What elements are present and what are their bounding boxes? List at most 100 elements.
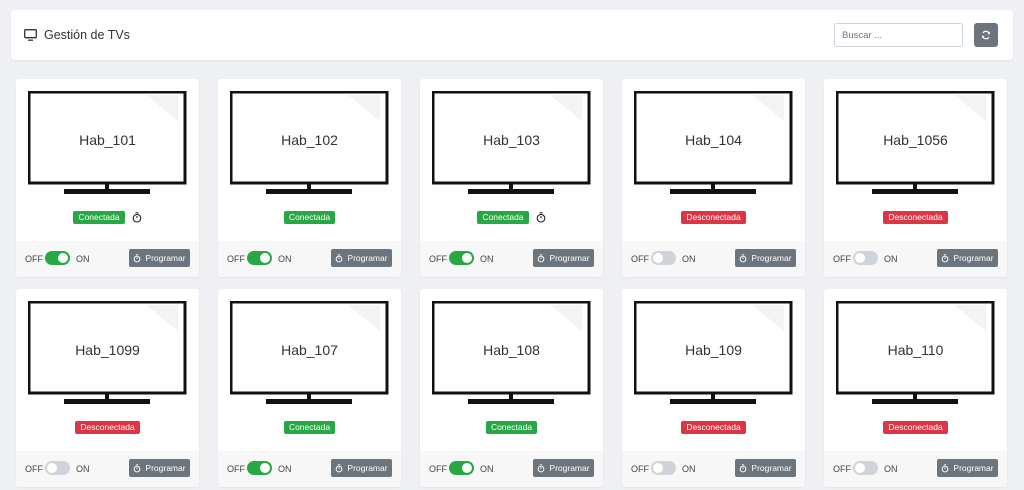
card-footer: OFF ON Programar <box>622 451 805 487</box>
tv-card: Hab_107 Conectada OFF ON Programar <box>218 289 401 487</box>
program-button[interactable]: Programar <box>533 249 594 267</box>
status-row: Conectada <box>16 210 199 224</box>
toggle-knob <box>260 463 270 473</box>
power-toggle[interactable] <box>247 251 272 265</box>
status-badge: Conectada <box>73 210 125 224</box>
card-footer: OFF ON Programar <box>420 451 603 487</box>
search-input[interactable] <box>834 23 963 47</box>
program-button[interactable]: Programar <box>129 459 190 477</box>
tv-card: Hab_108 Conectada OFF ON Programar <box>420 289 603 487</box>
toggle-knob <box>260 253 270 263</box>
tv-card: Hab_110 Desconectada OFF ON Programar <box>824 289 1007 487</box>
power-toggle[interactable] <box>853 461 878 475</box>
toggle-knob <box>855 253 865 263</box>
program-label: Programar <box>145 463 186 473</box>
card-footer: OFF ON Programar <box>16 241 199 277</box>
off-label: OFF <box>227 464 245 474</box>
toggle-knob <box>462 463 472 473</box>
status-row: Desconectada <box>16 420 199 434</box>
power-toggle[interactable] <box>449 251 474 265</box>
status-badge: Conectada <box>283 210 336 224</box>
status-row: Desconectada <box>824 420 1007 434</box>
status-row: Conectada <box>218 420 401 434</box>
card-footer: OFF ON Programar <box>420 241 603 277</box>
card-footer: OFF ON Programar <box>218 241 401 277</box>
program-label: Programar <box>549 253 590 263</box>
tv-card: Hab_1056 Desconectada OFF ON Programar <box>824 79 1007 277</box>
status-badge: Desconectada <box>883 420 948 434</box>
status-badge: Conectada <box>485 420 538 434</box>
program-label: Programar <box>751 463 792 473</box>
program-button[interactable]: Programar <box>331 249 392 267</box>
status-badge: Desconectada <box>75 420 140 434</box>
status-badge: Desconectada <box>681 420 746 434</box>
power-toggle[interactable] <box>651 251 676 265</box>
program-label: Programar <box>953 253 994 263</box>
status-row: Desconectada <box>622 420 805 434</box>
program-button[interactable]: Programar <box>735 249 796 267</box>
program-button[interactable]: Programar <box>937 249 998 267</box>
timer-icon <box>336 253 343 262</box>
program-button[interactable]: Programar <box>533 459 594 477</box>
timer-icon <box>132 211 141 223</box>
timer-icon <box>134 463 141 472</box>
off-label: OFF <box>833 254 851 264</box>
power-toggle[interactable] <box>45 461 70 475</box>
program-label: Programar <box>145 253 186 263</box>
room-name: Hab_101 <box>79 132 136 148</box>
power-toggle[interactable] <box>449 461 474 475</box>
tv-card: Hab_101 Conectada OFF ON Programar <box>16 79 199 277</box>
toggle-knob <box>855 463 865 473</box>
toggle-knob <box>653 253 663 263</box>
timer-icon <box>740 253 747 262</box>
timer-icon <box>538 253 545 262</box>
program-label: Programar <box>347 253 388 263</box>
status-row: Desconectada <box>622 210 805 224</box>
on-label: ON <box>884 254 898 264</box>
on-label: ON <box>682 254 696 264</box>
power-toggle[interactable] <box>651 461 676 475</box>
on-label: ON <box>884 464 898 474</box>
on-label: ON <box>682 464 696 474</box>
tv-card: Hab_102 Conectada OFF ON Programar <box>218 79 401 277</box>
toggle-knob <box>462 253 472 263</box>
program-button[interactable]: Programar <box>937 459 998 477</box>
off-label: OFF <box>631 254 649 264</box>
on-label: ON <box>278 464 292 474</box>
off-label: OFF <box>227 254 245 264</box>
timer-icon <box>538 463 545 472</box>
room-name: Hab_104 <box>685 132 742 148</box>
program-button[interactable]: Programar <box>129 249 190 267</box>
off-label: OFF <box>25 464 43 474</box>
status-row: Conectada <box>218 210 401 224</box>
toggle-knob <box>653 463 663 473</box>
status-row: Conectada <box>420 210 603 224</box>
on-label: ON <box>278 254 292 264</box>
room-name: Hab_102 <box>281 132 338 148</box>
program-label: Programar <box>953 463 994 473</box>
toggle-knob <box>47 463 57 473</box>
timer-icon <box>336 463 343 472</box>
card-footer: OFF ON Programar <box>824 241 1007 277</box>
program-button[interactable]: Programar <box>735 459 796 477</box>
on-label: ON <box>480 254 494 264</box>
status-badge: Conectada <box>283 420 336 434</box>
card-footer: OFF ON Programar <box>622 241 805 277</box>
tv-card: Hab_103 Conectada OFF ON Programar <box>420 79 603 277</box>
tv-card: Hab_109 Desconectada OFF ON Programar <box>622 289 805 487</box>
room-name: Hab_103 <box>483 132 540 148</box>
power-toggle[interactable] <box>853 251 878 265</box>
toggle-knob <box>58 253 68 263</box>
room-name: Hab_107 <box>281 342 338 358</box>
card-footer: OFF ON Programar <box>824 451 1007 487</box>
power-toggle[interactable] <box>247 461 272 475</box>
on-label: ON <box>76 254 90 264</box>
refresh-button[interactable] <box>974 23 998 47</box>
program-button[interactable]: Programar <box>331 459 392 477</box>
power-toggle[interactable] <box>45 251 70 265</box>
page-header: Gestión de TVs <box>11 10 1013 60</box>
room-name: Hab_108 <box>483 342 540 358</box>
off-label: OFF <box>25 254 43 264</box>
monitor-icon <box>24 29 37 41</box>
room-name: Hab_1056 <box>883 132 948 148</box>
